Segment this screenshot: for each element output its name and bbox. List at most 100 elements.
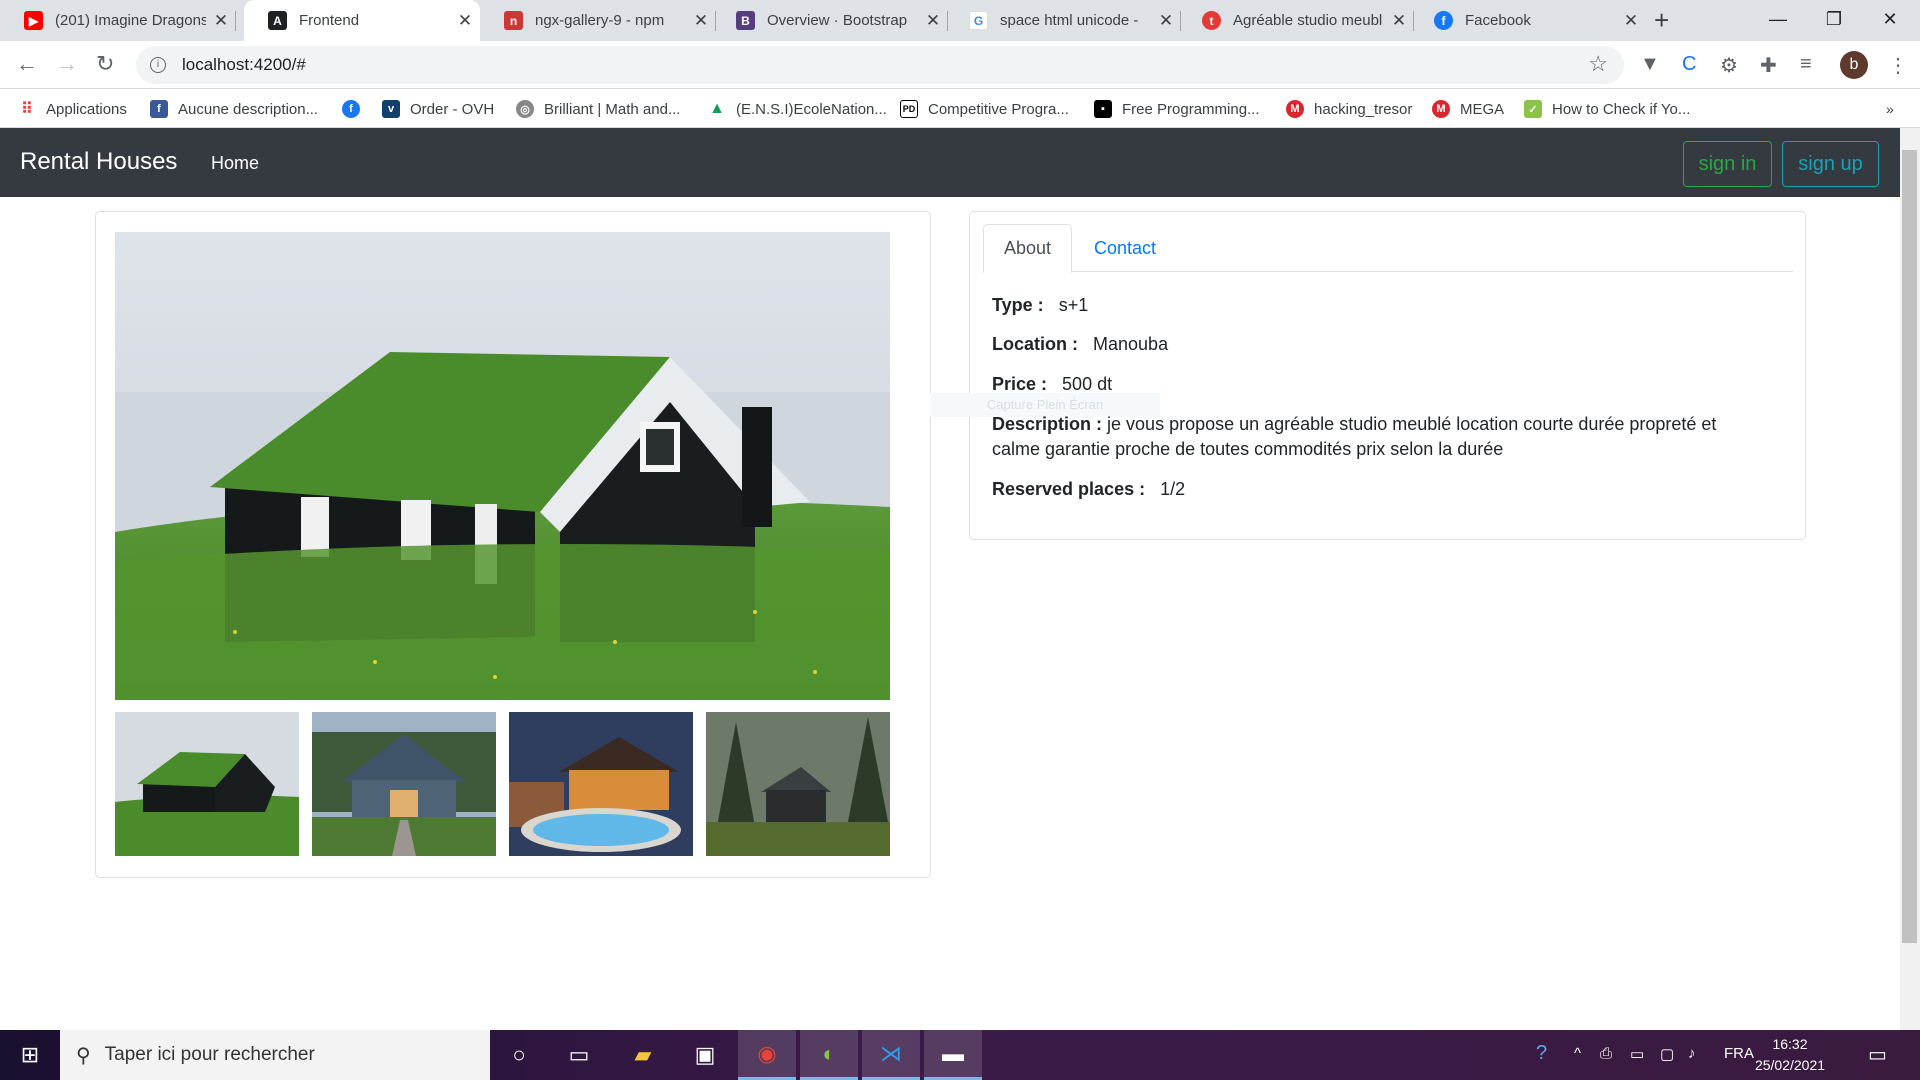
npm-icon: n: [504, 11, 523, 30]
tray-chevron-up-icon[interactable]: ^: [1574, 1045, 1581, 1062]
close-window-icon[interactable]: ✕: [1862, 0, 1918, 41]
gallery-thumbnail[interactable]: [509, 712, 693, 856]
volume-icon[interactable]: ♪: [1688, 1045, 1696, 1062]
page-scrollbar[interactable]: [1900, 128, 1920, 1030]
sign-in-button[interactable]: sign in: [1683, 141, 1772, 187]
terminal-icon[interactable]: ▬: [924, 1030, 982, 1080]
description-row: Description : je vous propose un agréabl…: [992, 412, 1752, 462]
tab-about[interactable]: About: [983, 224, 1072, 273]
reserved-value: 1/2: [1160, 479, 1186, 499]
check-icon: ✓: [1524, 100, 1542, 118]
taskbar-search[interactable]: ⚲ Taper ici pour rechercher: [60, 1030, 490, 1080]
facebook-icon: f: [150, 100, 168, 118]
bookmark-item[interactable]: f Aucune description...: [150, 90, 318, 128]
profile-avatar[interactable]: b: [1840, 51, 1868, 79]
battery-icon[interactable]: ▭: [1630, 1045, 1644, 1063]
bookmark-label: (E.N.S.I)EcoleNation...: [736, 100, 887, 118]
search-icon: ⚲: [76, 1044, 91, 1067]
browser-tab[interactable]: n ngx-gallery-9 - npm ✕: [480, 0, 716, 41]
gallery-thumbnail[interactable]: [312, 712, 496, 856]
bookmark-item[interactable]: PD Competitive Progra...: [900, 90, 1069, 128]
bookmark-item[interactable]: ⠿ Applications: [18, 90, 127, 128]
extension-c-icon[interactable]: C: [1682, 53, 1696, 76]
bookmark-item[interactable]: ᴠ Order - OVH: [382, 90, 494, 128]
brilliant-icon: ◎: [516, 100, 534, 118]
browser-tab[interactable]: f Facebook ✕: [1410, 0, 1646, 41]
gallery-thumbnail[interactable]: [115, 712, 299, 856]
bookmark-item[interactable]: ▲ (E.N.S.I)EcoleNation...: [708, 90, 887, 128]
extensions-puzzle-icon[interactable]: ✚: [1760, 53, 1777, 78]
help-icon[interactable]: ?: [1536, 1042, 1547, 1065]
price-row: Price : 500 dt: [992, 372, 1112, 397]
browser-tab[interactable]: ▶ (201) Imagine Dragons ✕: [0, 0, 236, 41]
gallery-main-image[interactable]: [115, 232, 890, 700]
close-icon[interactable]: ✕: [918, 11, 948, 31]
forward-icon[interactable]: →: [56, 51, 78, 77]
location-label: Location :: [992, 334, 1078, 354]
bookmarks-overflow-icon[interactable]: »: [1886, 90, 1894, 128]
scrollbar-thumb[interactable]: [1902, 150, 1917, 943]
extension-vpn-icon[interactable]: ▼: [1640, 53, 1660, 76]
type-row: Type : s+1: [992, 293, 1088, 318]
vscode-icon[interactable]: ⋊: [862, 1030, 920, 1080]
pd-icon: PD: [900, 100, 918, 118]
clock-date: 25/02/2021: [1754, 1057, 1826, 1073]
taskbar-clock[interactable]: 16:32 25/02/2021: [1750, 1034, 1830, 1076]
bookmark-label: Free Programming...: [1122, 100, 1260, 118]
omnibox[interactable]: i localhost:4200/# ☆: [136, 46, 1624, 84]
bookmark-item[interactable]: ◎ Brilliant | Math and...: [516, 90, 680, 128]
network-icon[interactable]: ▢: [1660, 1045, 1674, 1063]
minimize-icon[interactable]: —: [1750, 0, 1806, 41]
task-view-icon[interactable]: ▭: [550, 1030, 608, 1080]
close-icon[interactable]: ✕: [1616, 11, 1646, 31]
bookmark-label: Brilliant | Math and...: [544, 100, 681, 118]
sign-up-button[interactable]: sign up: [1782, 141, 1879, 187]
bookmark-star-icon[interactable]: ☆: [1588, 51, 1608, 77]
close-icon[interactable]: ✕: [450, 11, 480, 31]
browser-tab-active[interactable]: A Frontend ✕: [244, 0, 480, 41]
eclipse-icon[interactable]: ◐: [800, 1030, 858, 1080]
mega-icon: M: [1432, 100, 1450, 118]
angular-icon: A: [268, 11, 287, 30]
reload-icon[interactable]: ↻: [96, 51, 114, 77]
info-icon[interactable]: i: [150, 57, 166, 73]
browser-tab[interactable]: t Agréable studio meubl ✕: [1178, 0, 1414, 41]
file-explorer-icon[interactable]: ▰: [614, 1030, 672, 1080]
app-window-icon[interactable]: ▣: [676, 1030, 734, 1080]
new-tab-icon[interactable]: +: [1654, 5, 1669, 36]
extension-gear-icon[interactable]: ⚙: [1720, 53, 1738, 78]
notification-icon[interactable]: ▭: [1868, 1042, 1887, 1067]
bookmark-item[interactable]: ✓ How to Check if Yo...: [1524, 90, 1690, 128]
gallery-thumbnail[interactable]: [706, 712, 890, 856]
bookmark-item[interactable]: M MEGA: [1432, 90, 1504, 128]
mega-icon: M: [1286, 100, 1304, 118]
chrome-icon[interactable]: ◉: [738, 1030, 796, 1080]
media-control-icon[interactable]: ≡: [1800, 53, 1812, 76]
tab-contact[interactable]: Contact: [1072, 224, 1178, 273]
back-icon[interactable]: ←: [16, 51, 38, 77]
menu-kebab-icon[interactable]: ⋮: [1888, 53, 1908, 78]
nav-home-link[interactable]: Home: [211, 153, 259, 174]
restore-icon[interactable]: ❐: [1806, 0, 1862, 41]
bookmark-item[interactable]: M hacking_tresor: [1286, 90, 1412, 128]
reserved-label: Reserved places :: [992, 479, 1146, 499]
type-label: Type :: [992, 295, 1044, 315]
close-icon[interactable]: ✕: [1151, 11, 1181, 31]
tab-title: Agréable studio meubl: [1233, 12, 1383, 29]
browser-tab[interactable]: B Overview · Bootstrap ✕: [712, 0, 948, 41]
bookmark-item[interactable]: ▪ Free Programming...: [1094, 90, 1260, 128]
bookmark-label: Order - OVH: [410, 100, 495, 118]
facebook-icon: f: [1434, 11, 1453, 30]
cortana-icon[interactable]: ○: [490, 1030, 548, 1080]
app-navbar: Rental Houses Home sign in sign up: [0, 128, 1900, 197]
windows-start-icon[interactable]: ⊞: [0, 1030, 60, 1080]
close-icon[interactable]: ✕: [206, 11, 236, 31]
tray-device-icon[interactable]: ⎙: [1600, 1045, 1612, 1062]
tab-title: ngx-gallery-9 - npm: [535, 12, 665, 29]
ovh-icon: ᴠ: [382, 100, 400, 118]
url-text[interactable]: localhost:4200/#: [182, 55, 306, 75]
brand-link[interactable]: Rental Houses: [20, 148, 177, 176]
bookmark-item[interactable]: f: [342, 90, 370, 128]
browser-tab[interactable]: G space html unicode - ✕: [945, 0, 1181, 41]
bookmark-label: Aucune description...: [178, 100, 319, 118]
